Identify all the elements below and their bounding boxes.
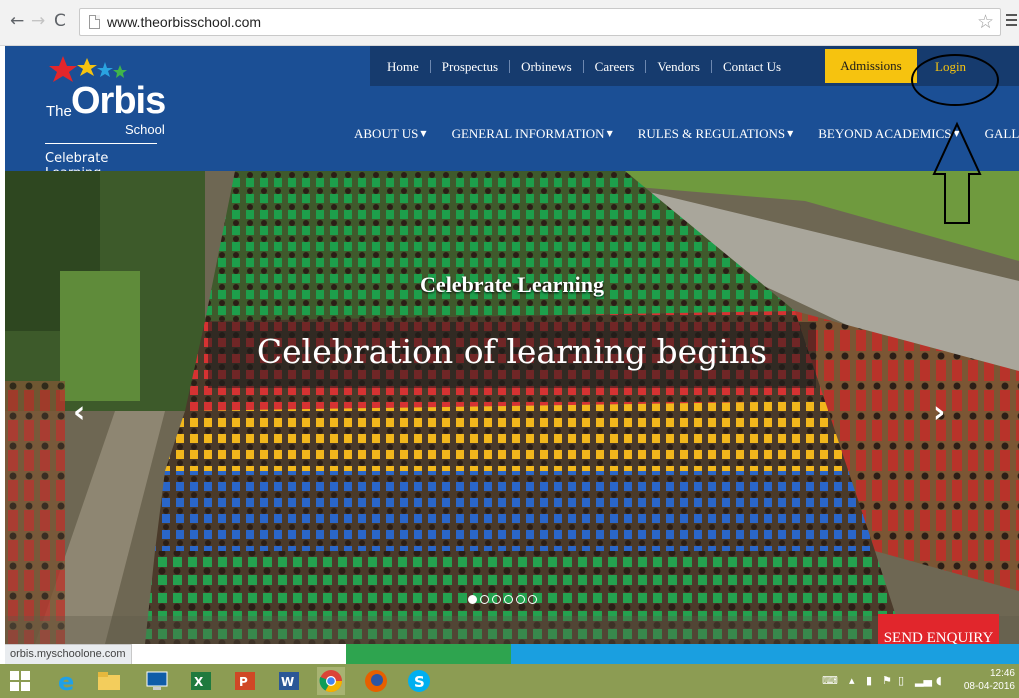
powerpoint-icon[interactable]: P xyxy=(231,667,259,695)
footer-strip-green xyxy=(346,644,511,664)
computer-app-icon[interactable] xyxy=(143,667,171,695)
word-icon[interactable]: W xyxy=(275,667,303,695)
logo-school: School xyxy=(125,122,165,137)
back-arrow-icon[interactable]: ← xyxy=(10,12,24,30)
main-nav-about-us[interactable]: ABOUT US ▼ xyxy=(354,126,427,142)
clock-time: 12:46 xyxy=(989,668,1015,679)
hero-slider: Celebrate Learning Celebration of learni… xyxy=(5,171,1019,644)
svg-text:S: S xyxy=(414,673,425,691)
reload-icon[interactable]: C xyxy=(54,12,66,30)
svg-text:W: W xyxy=(281,675,294,689)
tray-arrow-icon[interactable]: ▴ xyxy=(849,674,855,687)
slide-dot[interactable] xyxy=(516,595,525,604)
main-nav-label: ABOUT US xyxy=(354,126,419,141)
url-text[interactable]: www.theorbisschool.com xyxy=(107,14,261,30)
file-explorer-icon[interactable] xyxy=(95,667,123,695)
browser-menu-icon[interactable] xyxy=(1006,14,1017,29)
firefox-icon[interactable] xyxy=(362,667,390,695)
top-nav-orbinews[interactable]: Orbinews xyxy=(510,59,584,73)
main-nav-label: GENERAL INFORMATION xyxy=(451,126,605,141)
system-clock[interactable]: 12:46 08-04-2016 xyxy=(964,667,1015,693)
keyboard-icon[interactable]: ⌨ xyxy=(822,674,838,687)
hero-eyebrow: Celebrate Learning xyxy=(420,272,604,297)
hero-photo xyxy=(5,171,1019,644)
top-nav-prospectus[interactable]: Prospectus xyxy=(431,59,511,73)
caret-down-icon: ▼ xyxy=(606,129,613,138)
top-nav-contact-us[interactable]: Contact Us xyxy=(712,60,792,73)
admissions-button[interactable]: Admissions xyxy=(825,49,917,83)
send-enquiry-button[interactable]: SEND ENQUIRY xyxy=(878,614,999,644)
clock-date: 08-04-2016 xyxy=(963,681,1015,692)
excel-icon[interactable]: X xyxy=(187,667,215,695)
page-icon xyxy=(89,15,100,29)
signal-icon[interactable]: ▂▄ xyxy=(915,674,932,687)
footer-strip-blue xyxy=(511,644,1019,664)
school-logo[interactable]: The Orbis School Celebrate Learning xyxy=(35,50,166,181)
top-nav-careers[interactable]: Careers xyxy=(584,59,647,73)
main-nav-general-information[interactable]: GENERAL INFORMATION ▼ xyxy=(452,126,613,142)
volume-icon[interactable]: ◖ xyxy=(936,674,942,687)
address-bar[interactable]: www.theorbisschool.com ☆ xyxy=(79,8,1001,36)
taskbar: e X P W S ⌨ ▴ ▮ ⚑ ▯ ▂▄ ◖ 12:46 08-04-201… xyxy=(0,664,1019,698)
chevron-left-icon[interactable]: ‹ xyxy=(73,395,85,430)
chevron-right-icon[interactable]: › xyxy=(933,395,945,430)
logo-divider xyxy=(45,143,157,144)
skype-icon[interactable]: S xyxy=(405,667,433,695)
main-nav-label: RULES & REGULATIONS xyxy=(637,126,786,141)
forward-arrow-icon[interactable]: → xyxy=(31,12,45,30)
slide-dot[interactable] xyxy=(468,595,477,604)
slide-dot[interactable] xyxy=(492,595,501,604)
browser-toolbar: ← → C www.theorbisschool.com ☆ xyxy=(0,0,1019,46)
site-header: The Orbis School Celebrate Learning Home… xyxy=(5,46,1019,181)
svg-text:X: X xyxy=(194,675,204,689)
logo-the: The xyxy=(46,103,72,120)
status-url: orbis.myschoolone.com xyxy=(5,644,132,664)
caret-down-icon: ▼ xyxy=(787,129,794,138)
hero-title: Celebration of learning begins xyxy=(256,332,768,371)
flag-icon[interactable]: ⚑ xyxy=(882,674,892,687)
top-nav-vendors[interactable]: Vendors xyxy=(646,59,712,73)
svg-text:P: P xyxy=(239,675,248,689)
network-icon[interactable]: ▮ xyxy=(866,674,872,687)
bookmark-star-icon[interactable]: ☆ xyxy=(977,11,994,33)
slide-indicators xyxy=(468,595,540,604)
main-nav-rules-regulations[interactable]: RULES & REGULATIONS ▼ xyxy=(638,126,794,142)
internet-explorer-icon[interactable]: e xyxy=(53,667,81,695)
annotation-overlay xyxy=(911,54,999,224)
slide-dot[interactable] xyxy=(504,595,513,604)
battery-icon[interactable]: ▯ xyxy=(898,674,904,687)
chrome-icon[interactable] xyxy=(317,667,345,695)
svg-text:e: e xyxy=(58,668,74,694)
logo-orbis: Orbis xyxy=(71,80,166,122)
caret-down-icon: ▼ xyxy=(420,129,427,138)
windows-start-icon[interactable] xyxy=(6,667,34,695)
slide-dot[interactable] xyxy=(528,595,537,604)
slide-dot[interactable] xyxy=(480,595,489,604)
top-nav-home[interactable]: Home xyxy=(370,59,431,73)
